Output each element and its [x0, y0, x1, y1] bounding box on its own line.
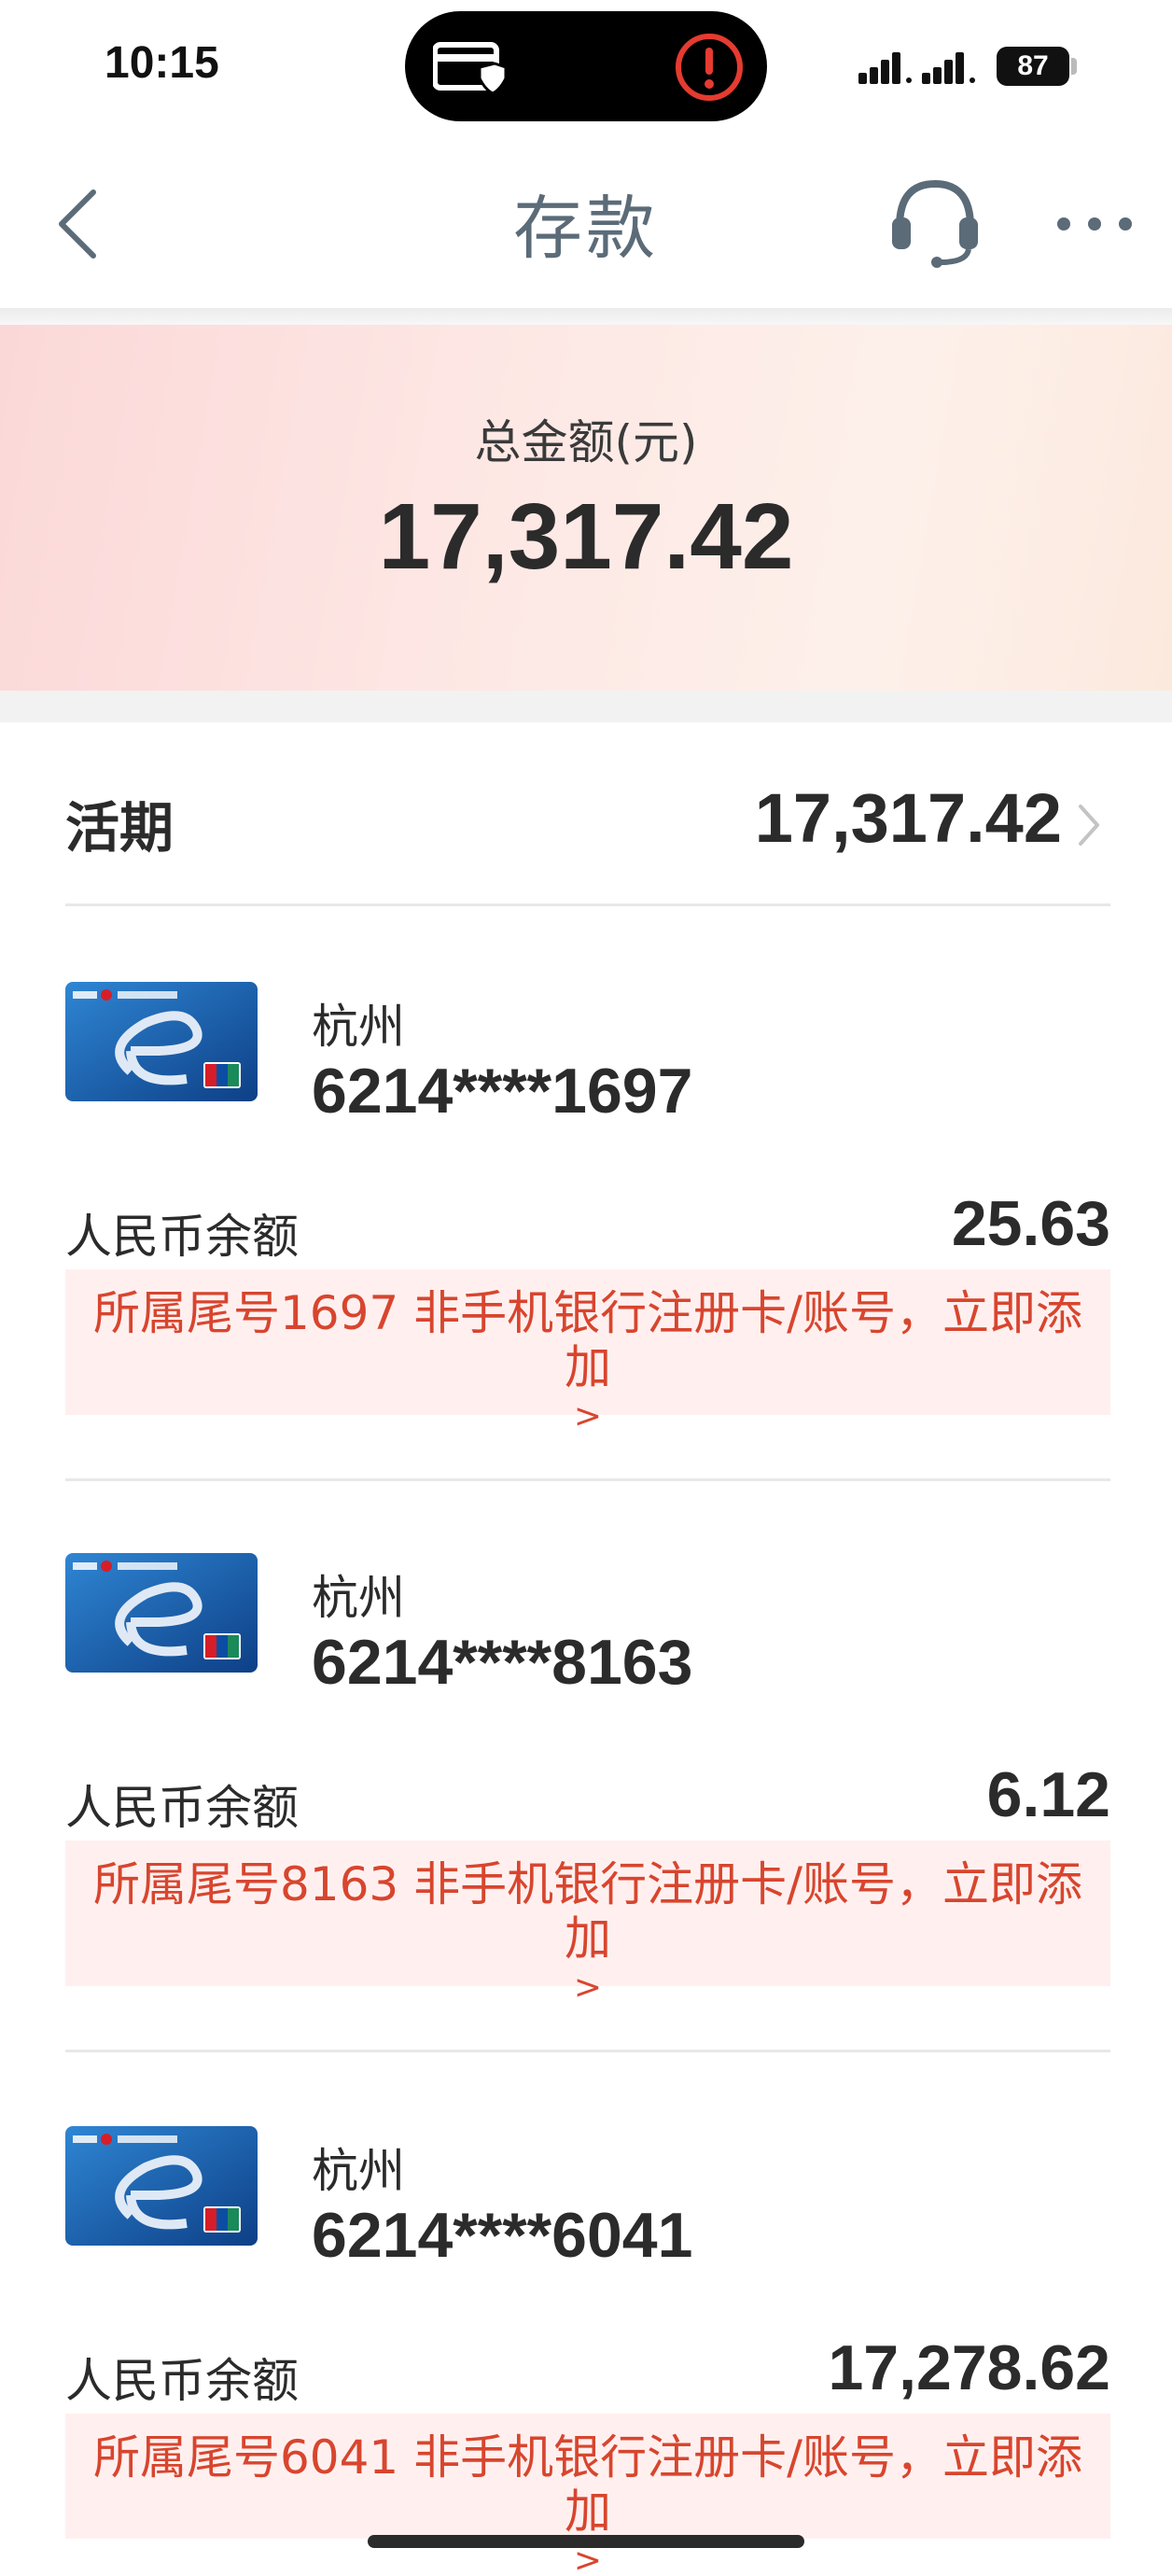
status-time: 10:15	[105, 38, 219, 88]
battery-tip	[1071, 58, 1077, 75]
add-account-notice[interactable]: 所属尾号1697 非手机银行注册卡/账号，立即添加 >	[65, 1269, 1110, 1435]
account-city: 杭州	[312, 1571, 405, 1625]
add-account-notice[interactable]: 所属尾号6041 非手机银行注册卡/账号，立即添加 >	[65, 2414, 1110, 2576]
account-number: 6214****8163	[312, 1627, 693, 1698]
chevron-right-icon	[1079, 805, 1099, 846]
demand-deposit-total: 17,317.42	[754, 779, 1062, 857]
alert-icon	[676, 34, 743, 101]
balance-value: 25.63	[951, 1188, 1110, 1259]
dynamic-island	[405, 11, 767, 121]
notice-arrow: >	[573, 1397, 603, 1435]
total-amount: 17,317.42	[378, 484, 794, 589]
notice-text: 所属尾号6041 非手机银行注册卡/账号，立即添加	[93, 2430, 1082, 2539]
notice-text: 所属尾号1697 非手机银行注册卡/账号，立即添加	[93, 1286, 1082, 1394]
balance-value: 6.12	[986, 1759, 1110, 1830]
back-icon[interactable]	[50, 187, 106, 261]
total-label: 总金额(元)	[474, 415, 698, 469]
page-title: 存款	[513, 189, 659, 269]
account-item[interactable]: 杭州 6214****1697 人民币余额 25.63 所属尾号1697 非手机…	[0, 915, 1172, 1447]
battery-icon: 87	[997, 47, 1069, 86]
divider	[65, 2050, 1110, 2052]
home-indicator[interactable]	[368, 2535, 804, 2548]
card-shield-icon	[433, 42, 508, 95]
add-account-notice[interactable]: 所属尾号8163 非手机银行注册卡/账号，立即添加 >	[65, 1841, 1110, 2007]
section-gap	[0, 691, 1172, 722]
total-summary: 总金额(元) 17,317.42	[0, 325, 1172, 691]
card-thumbnail	[65, 2126, 258, 2246]
account-city: 杭州	[312, 1000, 405, 1054]
balance-label: 人民币余额	[65, 1781, 299, 1835]
account-number: 6214****6041	[312, 2200, 693, 2271]
card-thumbnail	[65, 982, 258, 1101]
account-city: 杭州	[312, 2144, 405, 2198]
balance-value: 17,278.62	[828, 2332, 1110, 2403]
nav-divider	[0, 308, 1172, 325]
account-item[interactable]: 杭州 6214****8163 人民币余额 6.12 所属尾号8163 非手机银…	[0, 1486, 1172, 2018]
demand-deposit-title: 活期	[65, 796, 174, 860]
divider	[65, 903, 1110, 906]
icbc-card-icon	[65, 2126, 258, 2246]
more-icon[interactable]	[1054, 210, 1135, 238]
customer-service-icon[interactable]	[886, 173, 984, 270]
notice-text: 所属尾号8163 非手机银行注册卡/账号，立即添加	[93, 1857, 1082, 1966]
account-item[interactable]: 杭州 6214****6041 人民币余额 17,278.62 所属尾号6041…	[0, 2059, 1172, 2576]
card-thumbnail	[65, 1553, 258, 1673]
demand-deposit-row[interactable]: 活期 17,317.42	[0, 722, 1172, 905]
deposit-page: 10:15 87 存款 总金额(元) 17,317.42 活期 17,317.4…	[0, 0, 1172, 2576]
balance-label: 人民币余额	[65, 1210, 299, 1264]
signal-icon	[858, 52, 975, 84]
icbc-card-icon	[65, 1553, 258, 1673]
nav-bar: 存款	[0, 135, 1172, 308]
icbc-card-icon	[65, 982, 258, 1101]
balance-label: 人民币余额	[65, 2354, 299, 2408]
divider	[65, 1478, 1110, 1481]
notice-arrow: >	[573, 1968, 603, 2007]
account-number: 6214****1697	[312, 1056, 693, 1127]
status-bar: 10:15 87	[0, 0, 1172, 135]
